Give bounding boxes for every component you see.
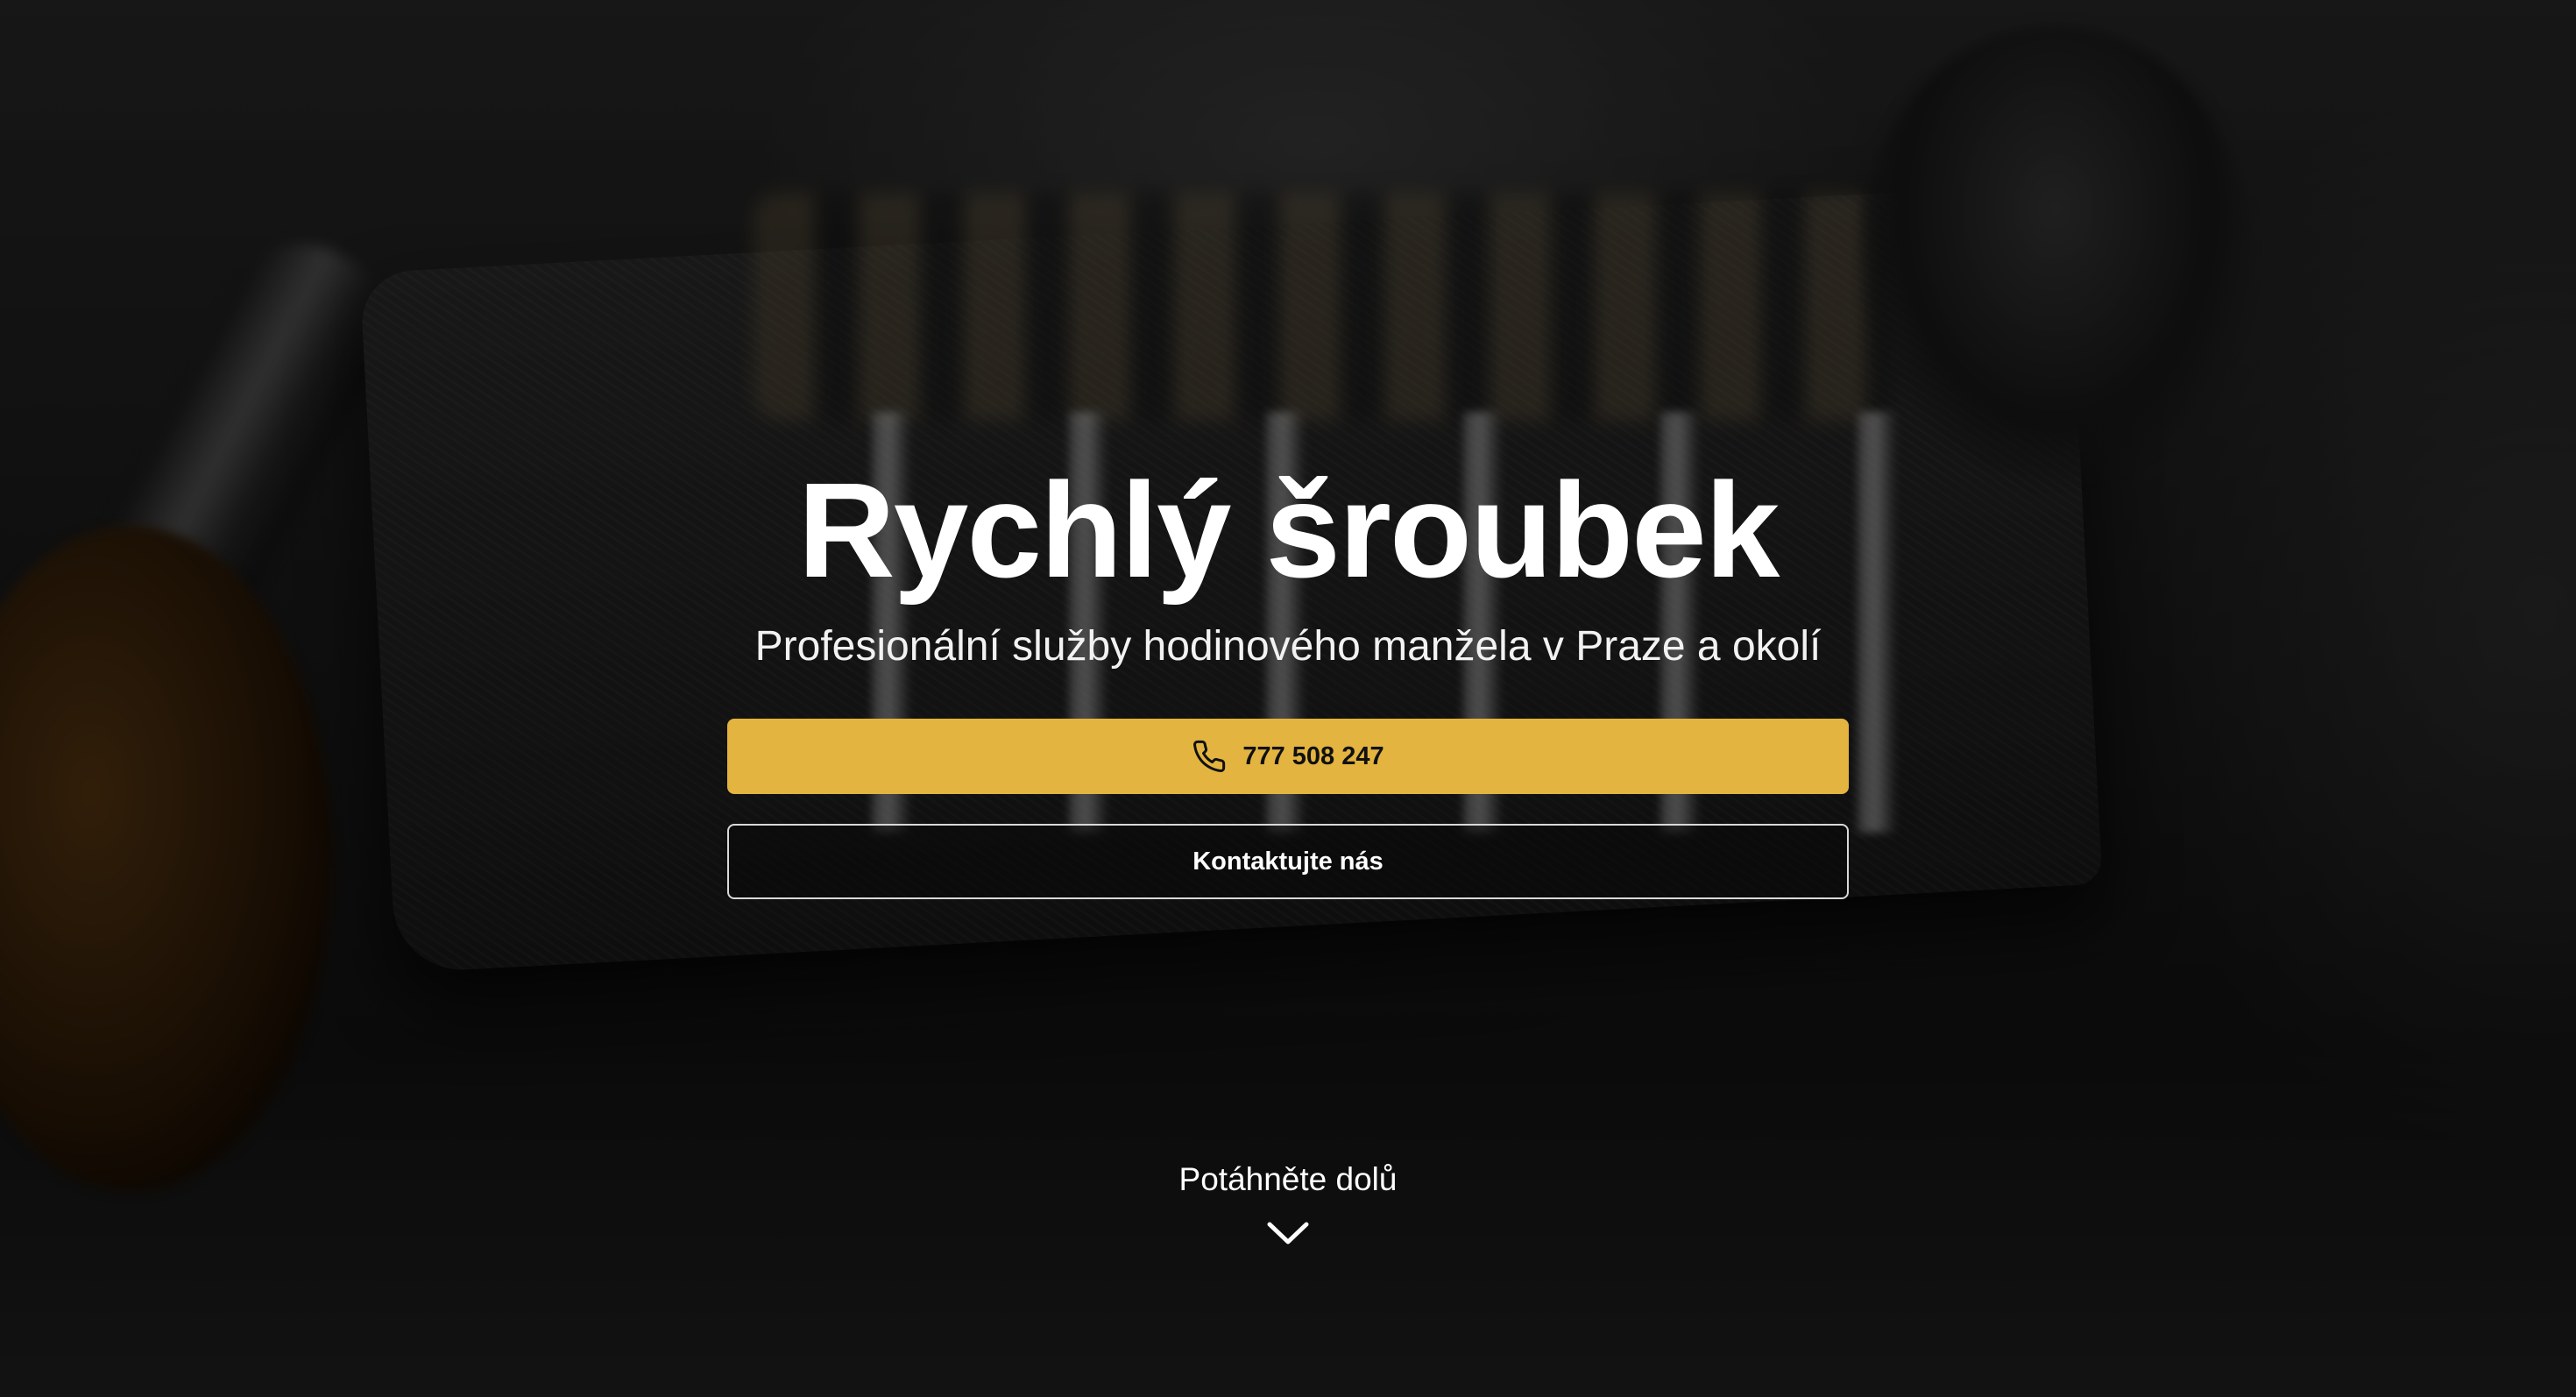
scroll-hint[interactable]: Potáhněte dolů <box>0 1155 2576 1246</box>
chevron-down-icon[interactable] <box>1266 1220 1310 1246</box>
call-phone-button-label: 777 508 247 <box>1242 741 1384 770</box>
page-title: Rychlý šroubek <box>797 455 1780 606</box>
phone-icon <box>1192 739 1227 774</box>
hero-section: Rychlý šroubek Profesionální služby hodi… <box>0 0 2576 1397</box>
contact-us-button-label: Kontaktujte nás <box>1192 847 1384 876</box>
call-phone-button[interactable]: 777 508 247 <box>727 719 1849 794</box>
contact-us-button[interactable]: Kontaktujte nás <box>727 824 1849 899</box>
scroll-hint-label: Potáhněte dolů <box>1178 1161 1398 1197</box>
hero-subtitle: Profesionální služby hodinového manžela … <box>754 623 1822 670</box>
